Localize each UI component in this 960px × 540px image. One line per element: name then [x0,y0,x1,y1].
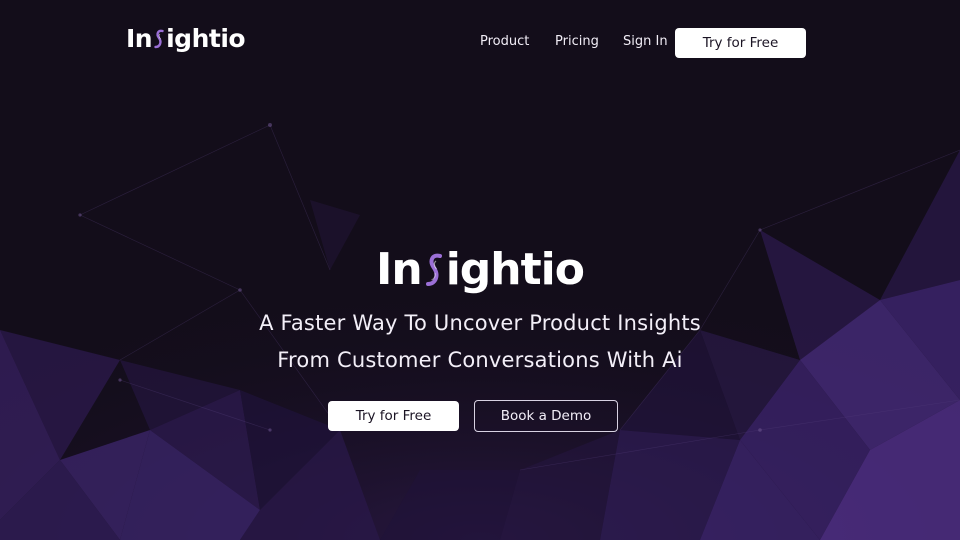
hero-brand-prefix: In [376,244,423,295]
hero-tagline-line-1: A Faster Way To Uncover Product Insights [259,311,701,335]
hero-try-for-free-button[interactable]: Try for Free [328,401,459,431]
fingerprint-s-icon [424,251,444,289]
hero-brand-suffix: ightio [445,244,585,295]
hero-tagline-line-2: From Customer Conversations With Ai [277,348,683,372]
hero-section: In ightio A Faster Way To Uncover Produc… [0,0,960,540]
hero-brand-logo: In ightio [0,244,960,295]
hero-book-demo-button[interactable]: Book a Demo [474,400,618,432]
